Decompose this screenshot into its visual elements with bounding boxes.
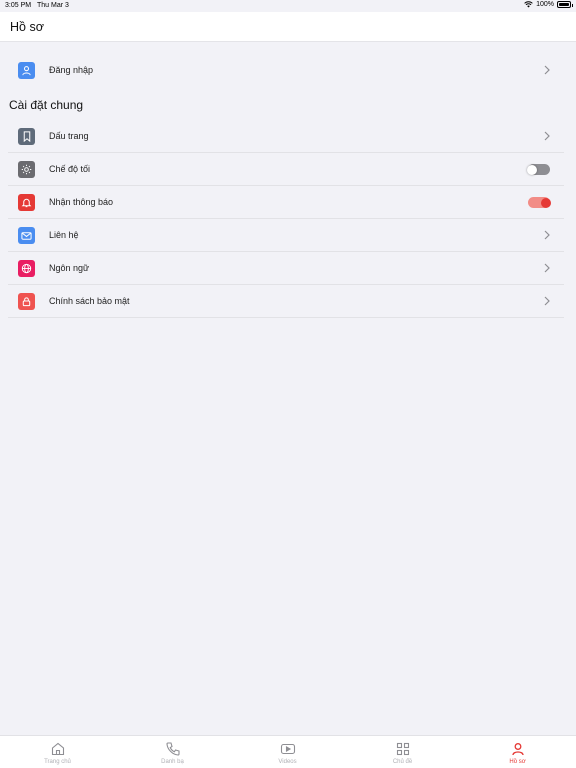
tab-contacts[interactable]: Danh bạ	[115, 736, 230, 768]
status-date: Thu Mar 3	[37, 2, 69, 9]
tab-label: Danh bạ	[161, 759, 184, 765]
phone-icon	[165, 742, 180, 756]
settings-item-bookmarks[interactable]: Dấu trang	[8, 120, 564, 153]
battery-icon	[557, 1, 573, 8]
dark-mode-toggle[interactable]	[527, 164, 550, 175]
tab-bar: Trang chủ Danh bạ Videos Chủ đề Hồ sơ	[0, 735, 576, 768]
tab-home[interactable]: Trang chủ	[0, 736, 115, 768]
settings-item-label: Chính sách bảo mật	[49, 296, 130, 306]
section-title: Cài đặt chung	[9, 98, 84, 112]
lock-icon	[18, 293, 35, 310]
chevron-right-icon	[544, 263, 550, 273]
login-label: Đăng nhập	[49, 65, 94, 75]
chevron-right-icon	[544, 65, 550, 75]
status-bar: 3:05 PM Thu Mar 3 100%	[0, 0, 576, 12]
globe-icon	[18, 260, 35, 277]
settings-item-label: Ngôn ngữ	[49, 263, 90, 273]
settings-item-notifications: Nhận thông báo	[8, 186, 564, 219]
user-icon	[18, 62, 35, 79]
grid-icon	[396, 742, 409, 756]
tab-profile[interactable]: Hồ sơ	[460, 736, 575, 768]
toggle-knob	[527, 164, 537, 175]
page-title: Hồ sơ	[10, 20, 44, 34]
video-icon	[280, 743, 295, 755]
header: Hồ sơ	[0, 12, 576, 42]
chevron-right-icon	[544, 230, 550, 240]
settings-item-contact[interactable]: Liên hệ	[8, 219, 564, 252]
tab-label: Hồ sơ	[509, 759, 526, 765]
home-icon	[51, 742, 64, 756]
login-row[interactable]: Đăng nhập	[8, 54, 564, 87]
settings-item-label: Liên hệ	[49, 230, 79, 240]
wifi-icon	[524, 1, 533, 8]
battery-percent: 100%	[536, 1, 554, 8]
notifications-toggle[interactable]	[528, 197, 551, 208]
settings-item-label: Chế độ tối	[49, 164, 91, 174]
settings-item-dark-mode: Chế độ tối	[8, 153, 564, 186]
settings-item-privacy-policy[interactable]: Chính sách bảo mật	[8, 285, 564, 318]
settings-item-label: Dấu trang	[49, 131, 89, 141]
toggle-knob	[541, 197, 551, 208]
bell-icon	[18, 194, 35, 211]
chevron-right-icon	[544, 296, 550, 306]
settings-item-label: Nhận thông báo	[49, 197, 114, 207]
status-time: 3:05 PM	[5, 2, 32, 9]
tab-videos[interactable]: Videos	[230, 736, 345, 768]
tab-label: Trang chủ	[44, 759, 71, 765]
chevron-right-icon	[544, 131, 550, 141]
bookmark-icon	[18, 128, 35, 145]
mail-icon	[18, 227, 35, 244]
settings-item-language[interactable]: Ngôn ngữ	[8, 252, 564, 285]
tab-topics[interactable]: Chủ đề	[345, 736, 460, 768]
status-indicators: 100%	[524, 1, 573, 8]
sun-icon	[18, 161, 35, 178]
tab-label: Videos	[278, 759, 297, 765]
user-icon	[511, 743, 524, 756]
tab-label: Chủ đề	[392, 759, 413, 765]
